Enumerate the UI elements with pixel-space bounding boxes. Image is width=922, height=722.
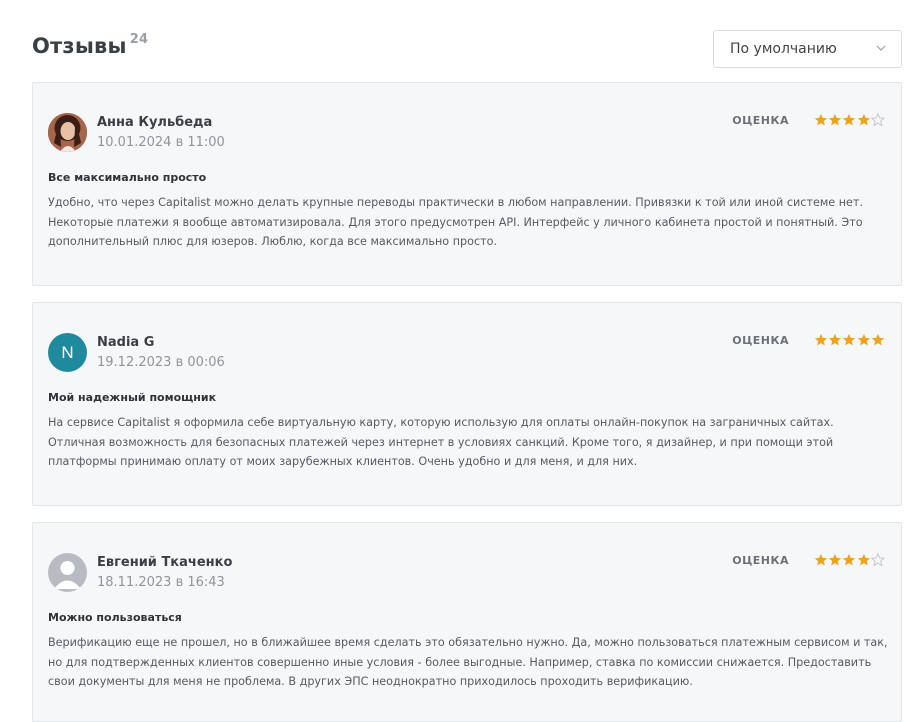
rating-stars	[813, 333, 885, 347]
rating-label: ОЦЕНКА	[732, 334, 789, 347]
reviews-title: Отзывы	[32, 34, 127, 58]
star-filled-icon	[843, 553, 856, 566]
rating-label: ОЦЕНКА	[732, 554, 789, 567]
review-title: Все максимально просто	[48, 171, 207, 184]
reviews-count: 24	[129, 32, 149, 47]
review-date: 10.01.2024 в 11:00	[97, 135, 225, 150]
star-filled-icon	[814, 333, 827, 346]
review-date: 18.11.2023 в 16:43	[97, 575, 225, 590]
avatar	[48, 553, 87, 592]
review-author: Nadia G	[97, 335, 155, 350]
review-author: Евгений Ткаченко	[97, 555, 233, 570]
review-text: Верификацию еще не прошел, но в ближайше…	[48, 636, 888, 688]
page-title: Отзывы 24	[32, 32, 149, 58]
sort-selected-value: По умолчанию	[730, 41, 837, 57]
chevron-down-icon	[876, 45, 886, 51]
reviews-header: Отзывы 24 По умолчанию	[32, 28, 902, 70]
star-filled-icon	[871, 333, 885, 346]
star-filled-icon	[857, 553, 870, 566]
avatar-photo-icon	[48, 113, 87, 152]
review-card: Анна Кульбеда 10.01.2024 в 11:00 ОЦЕНКА …	[32, 82, 902, 286]
star-filled-icon	[843, 333, 856, 346]
star-filled-icon	[857, 333, 870, 346]
user-silhouette-icon	[54, 561, 81, 589]
sort-select[interactable]: По умолчанию	[713, 30, 902, 68]
star-filled-icon	[857, 113, 870, 126]
review-text: Удобно, что через Capitalist можно делат…	[48, 196, 863, 248]
review-author: Анна Кульбеда	[97, 115, 213, 130]
star-filled-icon	[828, 553, 842, 566]
star-empty-icon	[871, 113, 886, 127]
star-filled-icon	[814, 113, 827, 126]
star-empty-icon	[871, 553, 886, 567]
review-card: N Nadia G 19.12.2023 в 00:06 ОЦЕНКА Мой …	[32, 302, 902, 506]
rating-stars	[813, 113, 886, 127]
review-card: Евгений Ткаченко 18.11.2023 в 16:43 ОЦЕН…	[32, 522, 902, 722]
rating-stars	[813, 553, 886, 567]
review-title: Можно пользоваться	[48, 611, 182, 624]
star-filled-icon	[828, 333, 842, 346]
review-text: На сервисе Capitalist я оформила себе ви…	[48, 416, 834, 468]
star-filled-icon	[843, 113, 856, 126]
star-filled-icon	[814, 553, 827, 566]
review-title: Мой надежный помощник	[48, 391, 217, 404]
rating-label: ОЦЕНКА	[732, 114, 789, 127]
avatar: N	[48, 333, 87, 372]
avatar	[48, 113, 87, 152]
star-filled-icon	[828, 113, 842, 126]
review-date: 19.12.2023 в 00:06	[97, 355, 225, 370]
